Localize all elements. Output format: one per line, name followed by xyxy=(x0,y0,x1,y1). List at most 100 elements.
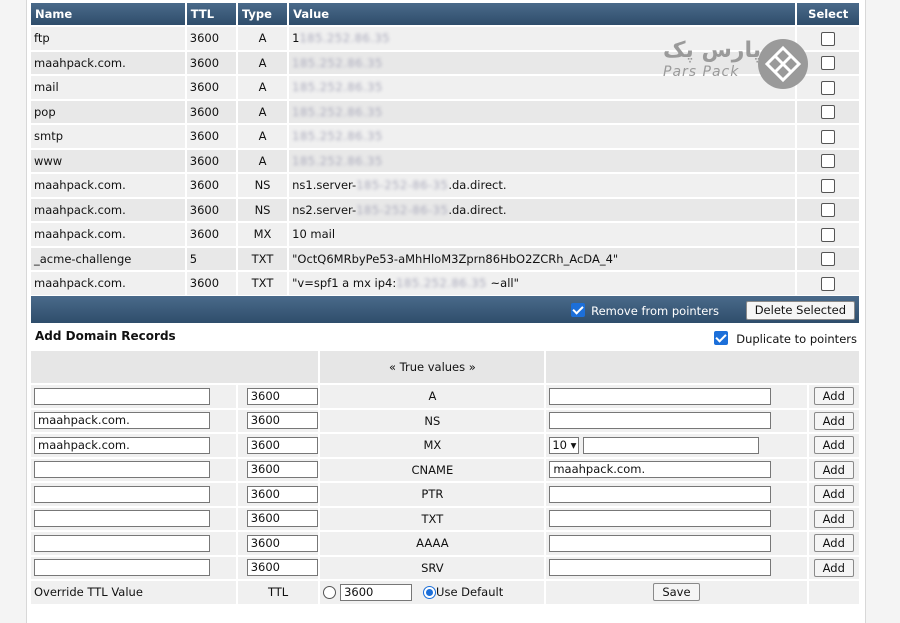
add-ttl-cell: 3600 xyxy=(237,458,319,481)
add-value-input[interactable] xyxy=(549,510,772,528)
record-select-checkbox[interactable] xyxy=(821,178,836,193)
add-value-input[interactable] xyxy=(549,534,772,552)
record-type: MX xyxy=(237,223,288,246)
record-select-checkbox[interactable] xyxy=(821,56,836,70)
add-value-input[interactable] xyxy=(549,485,772,503)
override-spacer xyxy=(808,581,859,604)
record-ttl: 3600 xyxy=(186,272,236,295)
record-select-cell xyxy=(797,174,859,197)
add-name-input[interactable] xyxy=(34,461,210,479)
add-name-input[interactable]: maahpack.com. xyxy=(34,436,210,454)
save-button[interactable]: Save xyxy=(653,583,700,602)
record-value-redacted: 185.252.86.35 xyxy=(292,55,383,70)
add-record-row: 3600 AAAA Add xyxy=(31,532,859,555)
col-header-select: Select xyxy=(797,3,859,25)
override-ttl-options: 3600 Use Default xyxy=(320,581,545,604)
add-button-cell: Add xyxy=(808,385,859,408)
add-name-input[interactable] xyxy=(34,534,210,552)
record-select-checkbox[interactable] xyxy=(821,203,836,217)
add-button-cell: Add xyxy=(808,458,859,481)
add-name-input[interactable] xyxy=(34,559,210,577)
add-record-button[interactable]: Add xyxy=(813,534,854,553)
dns-management-panel: Name TTL Type Value Select ftp 3600 A 1185.… xyxy=(26,0,866,623)
record-select-checkbox[interactable] xyxy=(821,154,836,168)
add-record-button[interactable]: Add xyxy=(813,387,854,406)
record-select-checkbox[interactable] xyxy=(821,80,836,95)
add-ttl-cell: 3600 xyxy=(237,434,319,457)
add-value-input[interactable] xyxy=(549,412,772,430)
record-value-prefix: "v=spf1 a mx ip4: xyxy=(292,276,397,291)
table-row: maahpack.com. 3600 MX 10 mail xyxy=(31,223,859,246)
add-value-input[interactable] xyxy=(549,387,772,405)
use-default-label: Use Default xyxy=(436,584,504,599)
delete-selected-button[interactable]: Delete Selected xyxy=(745,301,855,320)
add-records-table: « True values » 3600 A Add maahpack.com. 360… xyxy=(29,349,861,606)
add-ttl-cell: 3600 xyxy=(237,409,319,432)
record-ttl: 3600 xyxy=(186,27,236,50)
add-ttl-cell: 3600 xyxy=(237,532,319,555)
record-value-suffix: .da.direct. xyxy=(448,202,507,217)
add-value-cell xyxy=(546,385,807,408)
add-ttl-cell: 3600 xyxy=(237,385,319,408)
add-ttl-input[interactable]: 3600 xyxy=(246,510,318,528)
record-ttl: 3600 xyxy=(186,223,236,246)
record-select-checkbox[interactable] xyxy=(821,105,836,119)
record-select-checkbox[interactable] xyxy=(821,129,836,144)
record-ttl: 3600 xyxy=(186,149,236,172)
remove-from-pointers-checkbox[interactable] xyxy=(571,303,586,317)
col-header-type: Type xyxy=(237,3,288,25)
record-select-checkbox[interactable] xyxy=(821,276,836,291)
mx-priority-select[interactable]: 10 ▾ xyxy=(549,436,580,454)
add-record-button[interactable]: Add xyxy=(813,509,854,528)
record-value-redacted: 185.252.86.35 xyxy=(292,80,383,95)
record-value: 185.252.86.35 xyxy=(289,149,796,172)
add-ttl-cell: 3600 xyxy=(237,483,319,506)
add-ttl-input[interactable]: 3600 xyxy=(246,436,318,454)
add-record-row: 3600 SRV Add xyxy=(31,556,859,579)
record-value: ns1.server-185-252-86-35.da.direct. xyxy=(289,174,796,197)
add-value-cell xyxy=(546,556,807,579)
true-values-label: « True values » xyxy=(320,351,545,383)
add-value-input[interactable] xyxy=(549,559,772,577)
add-name-input[interactable] xyxy=(34,485,210,503)
record-select-cell xyxy=(797,272,859,295)
record-name: pop xyxy=(31,100,185,123)
duplicate-to-pointers[interactable]: Duplicate to pointers xyxy=(714,331,857,346)
add-ttl-input[interactable]: 3600 xyxy=(246,461,318,479)
record-select-checkbox[interactable] xyxy=(821,227,836,242)
add-value-cell xyxy=(546,409,807,432)
add-record-button[interactable]: Add xyxy=(813,558,854,577)
add-header-spacer-right xyxy=(546,351,859,383)
record-select-checkbox[interactable] xyxy=(821,252,836,266)
add-ttl-input[interactable]: 3600 xyxy=(246,559,318,577)
add-record-button[interactable]: Add xyxy=(813,485,854,504)
add-record-button[interactable]: Add xyxy=(813,460,854,479)
add-ttl-input[interactable]: 3600 xyxy=(246,412,318,430)
record-value-suffix: .da.direct. xyxy=(448,178,507,193)
add-value-input[interactable]: maahpack.com. xyxy=(549,461,772,479)
record-ttl: 3600 xyxy=(186,174,236,197)
add-name-input[interactable]: maahpack.com. xyxy=(34,412,210,430)
add-record-row: 3600 CNAME maahpack.com. Add xyxy=(31,458,859,481)
add-record-button[interactable]: Add xyxy=(813,411,854,430)
add-ttl-input[interactable]: 3600 xyxy=(246,387,318,405)
table-row: maahpack.com. 3600 NS ns1.server-185-252-86… xyxy=(31,174,859,197)
add-value-input[interactable] xyxy=(583,436,760,454)
add-ttl-input[interactable]: 3600 xyxy=(246,534,318,552)
duplicate-to-pointers-checkbox[interactable] xyxy=(714,331,729,345)
record-value-redacted: 185-252-86-35 xyxy=(356,178,449,193)
custom-ttl-input[interactable]: 3600 xyxy=(340,583,413,601)
add-ttl-input[interactable]: 3600 xyxy=(246,485,318,503)
record-select-checkbox[interactable] xyxy=(821,31,836,46)
col-header-name: Name xyxy=(31,3,185,25)
use-default-radio[interactable] xyxy=(423,585,437,599)
add-record-button[interactable]: Add xyxy=(813,436,854,455)
record-type: NS xyxy=(237,174,288,197)
add-type-label: SRV xyxy=(320,556,545,579)
add-button-cell: Add xyxy=(808,507,859,530)
add-button-cell: Add xyxy=(808,556,859,579)
add-name-input[interactable] xyxy=(34,387,210,405)
add-name-input[interactable] xyxy=(34,510,210,528)
remove-from-pointers[interactable]: Remove from pointers xyxy=(571,303,719,318)
custom-ttl-radio[interactable] xyxy=(323,585,337,599)
